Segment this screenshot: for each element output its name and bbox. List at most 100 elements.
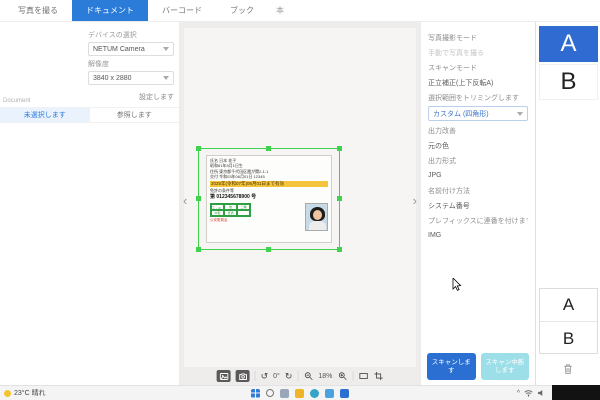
- chevron-down-icon: [163, 76, 169, 80]
- rotate-left-icon[interactable]: ↺: [261, 371, 269, 382]
- document-section-label: Document: [3, 98, 30, 104]
- preview-toolbar: ↺ 0° ↻ 18%: [217, 369, 384, 383]
- windows-taskbar: 23°C 晴れ ^: [0, 385, 600, 400]
- task-view-icon[interactable]: [280, 389, 289, 398]
- camera-preview-area: ‹ › 氏名 日本 花子 昭和61年5月1日生 住所 東京都千代田区霞が関2-1…: [180, 22, 420, 385]
- thumbnail-page-b[interactable]: B: [539, 64, 598, 100]
- device-select-value: NETUM Camera: [93, 46, 145, 53]
- crop-handle-bottom-right[interactable]: [337, 247, 342, 252]
- license-number-line: 第 012345678900 号: [210, 194, 328, 201]
- photo-face: [313, 210, 322, 220]
- license-photo: [305, 203, 328, 231]
- license-conditions-line: 免許の条件等: [210, 188, 328, 193]
- rotate-right-icon[interactable]: ↻: [285, 371, 293, 382]
- scanner-app-icon[interactable]: [340, 389, 349, 398]
- top-tab-bar: 写真を撮る ドキュメント バーコード ブック 本: [0, 0, 600, 22]
- taskbar-weather-widget[interactable]: 23°C 晴れ: [0, 388, 46, 398]
- scanner-app-window: 写真を撮る ドキュメント バーコード ブック 本 デバイスの選択 NETUM C…: [0, 0, 600, 400]
- image-icon[interactable]: [217, 370, 231, 382]
- mouse-cursor: [452, 278, 463, 296]
- zoom-in-icon[interactable]: [337, 371, 347, 381]
- drivers-license-card: 氏名 日本 花子 昭和61年5月1日生 住所 東京都千代田区霞が関2-1-1 交…: [206, 155, 332, 243]
- tab-book[interactable]: ブック: [216, 0, 268, 21]
- stop-scan-button[interactable]: スキャン中断します: [481, 353, 530, 380]
- license-category-cell: 中型: [211, 210, 224, 216]
- setting-output-format-label: 出力形式: [428, 153, 528, 168]
- edge-browser-icon[interactable]: [310, 389, 319, 398]
- scan-actions: スキャンします スキャン中断します: [421, 353, 535, 380]
- license-authority-stamp: 公安委員会: [210, 218, 254, 223]
- setting-output-enhance-value[interactable]: 元の色: [428, 138, 528, 153]
- toolbar-separator: [352, 371, 353, 381]
- device-select-label: デバイスの選択: [88, 30, 174, 40]
- photo-body: [309, 221, 326, 231]
- license-expiry-band: 2025年(令和07年)06月01日まで有効: [210, 181, 328, 187]
- chevron-down-icon: [163, 47, 169, 51]
- file-explorer-icon[interactable]: [295, 389, 304, 398]
- aspect-ratio-icon[interactable]: [358, 371, 368, 381]
- setting-trim-label: 選択範囲をトリミングします: [428, 90, 528, 105]
- device-settings-block: デバイスの選択 NETUM Camera 解像度 3840 x 2880 設定し…: [88, 27, 174, 102]
- trim-mode-value: カスタム (四角形): [433, 109, 489, 119]
- volume-icon[interactable]: [537, 389, 546, 397]
- crop-handle-top-center[interactable]: [266, 146, 271, 151]
- settings-button[interactable]: 設定します: [88, 92, 174, 102]
- taskbar-clock-area[interactable]: [552, 385, 600, 400]
- store-icon[interactable]: [325, 389, 334, 398]
- tab-misc[interactable]: 本: [268, 0, 292, 21]
- thumbnail-preview-box: A B: [539, 288, 598, 354]
- crop-handle-bottom-left[interactable]: [196, 247, 201, 252]
- setting-prefix-value[interactable]: IMG: [428, 228, 528, 243]
- setting-photo-mode-label: 写真撮影モード: [428, 30, 528, 45]
- license-category-cell: [237, 210, 250, 216]
- trash-icon[interactable]: [563, 362, 574, 380]
- setting-scan-mode-value[interactable]: 正立補正(上下反転A): [428, 75, 528, 90]
- search-icon[interactable]: [266, 389, 274, 397]
- camera-icon[interactable]: [236, 370, 250, 382]
- tray-expand-icon[interactable]: ^: [517, 390, 520, 397]
- tab-barcode[interactable]: バーコード: [148, 0, 216, 21]
- setting-output-format-value[interactable]: JPG: [428, 168, 528, 183]
- crop-handle-mid-right[interactable]: [337, 196, 342, 201]
- setting-manual-capture[interactable]: 手動で写真を撮る: [428, 45, 528, 60]
- tab-browse[interactable]: 参照します: [90, 108, 180, 122]
- tab-document[interactable]: ドキュメント: [72, 0, 148, 21]
- toolbar-separator: [297, 371, 298, 381]
- license-category-cell: 普通: [224, 210, 237, 216]
- next-arrow-button[interactable]: ›: [413, 194, 417, 207]
- document-list-tabs: 未選択します 参照します: [0, 107, 179, 123]
- tab-take-photo[interactable]: 写真を撮る: [4, 0, 72, 21]
- document-list-empty[interactable]: [0, 124, 179, 385]
- weather-text: 23°C 晴れ: [14, 388, 46, 398]
- setting-naming-label: 名前付け方法: [428, 183, 528, 198]
- resolution-select[interactable]: 3840 x 2880: [88, 71, 174, 85]
- device-select[interactable]: NETUM Camera: [88, 42, 174, 56]
- crop-selection-box[interactable]: 氏名 日本 花子 昭和61年5月1日生 住所 東京都千代田区霞が関2-1-1 交…: [198, 148, 340, 250]
- prev-arrow-button[interactable]: ‹: [183, 194, 187, 207]
- license-bottom-section: 二・小・原 他 二種 中型 普通 公安委員会: [210, 203, 328, 231]
- zoom-out-icon[interactable]: [303, 371, 313, 381]
- chevron-down-icon: [517, 112, 523, 116]
- system-tray: ^: [517, 389, 546, 397]
- toolbar-separator: [255, 371, 256, 381]
- trim-mode-select[interactable]: カスタム (四角形): [428, 106, 528, 121]
- tab-unselected[interactable]: 未選択します: [0, 108, 90, 122]
- sun-icon: [4, 390, 11, 397]
- crop-handle-mid-left[interactable]: [196, 196, 201, 201]
- crop-handle-top-right[interactable]: [337, 146, 342, 151]
- thumbnail-page-a[interactable]: A: [539, 26, 598, 62]
- setting-naming-value[interactable]: システム番号: [428, 198, 528, 213]
- left-sidebar: デバイスの選択 NETUM Camera 解像度 3840 x 2880 設定し…: [0, 22, 180, 385]
- wifi-icon[interactable]: [524, 389, 533, 397]
- crop-handle-bottom-center[interactable]: [266, 247, 271, 252]
- scan-button[interactable]: スキャンします: [427, 353, 476, 380]
- taskbar-icons: [251, 389, 349, 398]
- crop-handle-top-left[interactable]: [196, 146, 201, 151]
- thumbnail-small-b[interactable]: B: [540, 322, 597, 355]
- setting-prefix-label: プレフィックスに連番を付けます: [428, 213, 528, 228]
- license-issue-line: 交付 令和03年06月01日 12345: [210, 174, 328, 179]
- start-menu-icon[interactable]: [251, 389, 260, 398]
- crop-icon[interactable]: [373, 371, 383, 381]
- setting-scan-mode-label: スキャンモード: [428, 60, 528, 75]
- thumbnail-small-a[interactable]: A: [540, 289, 597, 322]
